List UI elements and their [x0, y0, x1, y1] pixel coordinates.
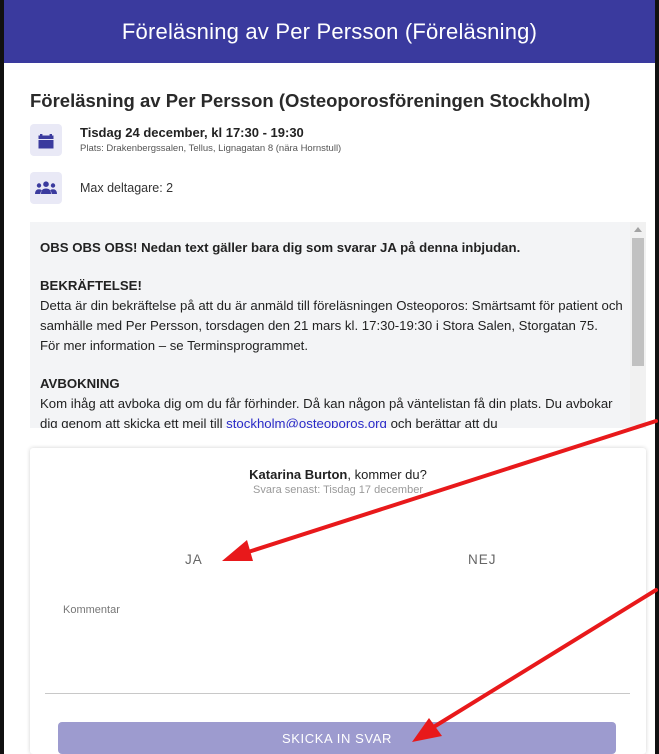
submit-button[interactable]: SKICKA IN SVAR [58, 722, 616, 754]
description-box[interactable]: OBS OBS OBS! Nedan text gäller bara dig … [30, 222, 646, 428]
people-group-icon [30, 172, 62, 204]
no-button[interactable]: NEJ [468, 552, 497, 567]
scroll-thumb[interactable] [632, 238, 644, 366]
more-info-text: För mer information – se Terminsprogramm… [40, 338, 308, 353]
email-link[interactable]: stockholm@osteoporos.org [226, 416, 387, 428]
confirm-text: Detta är din bekräftelse på att du är an… [40, 298, 623, 333]
page-header: Föreläsning av Per Persson (Föreläsning) [4, 0, 655, 63]
reply-deadline: Svara senast: Tisdag 17 december [253, 484, 423, 496]
cancel-heading: AVBOKNING [40, 376, 120, 391]
scroll-up-icon[interactable] [634, 227, 642, 232]
event-capacity-row: Max deltagare: 2 [30, 172, 173, 204]
description-text: OBS OBS OBS! Nedan text gäller bara dig … [40, 238, 628, 428]
comment-label: Kommentar [63, 604, 120, 616]
calendar-icon [30, 124, 62, 156]
header-title: Föreläsning av Per Persson (Föreläsning) [121, 18, 538, 44]
comment-field[interactable] [45, 598, 630, 694]
confirm-heading: BEKRÄFTELSE! [40, 278, 142, 293]
event-date-row: Tisdag 24 december, kl 17:30 - 19:30 Pla… [30, 124, 341, 156]
yes-button[interactable]: JA [185, 552, 203, 567]
invite-question: Katarina Burton, kommer du? [30, 467, 646, 482]
cancel-text-2: och berättar att du [386, 416, 498, 428]
invitee-name: Katarina Burton [249, 467, 348, 482]
notice-text: OBS OBS OBS! Nedan text gäller bara dig … [40, 240, 521, 255]
event-place: Plats: Drakenbergssalen, Tellus, Lignaga… [80, 143, 342, 154]
max-participants: Max deltagare: 2 [80, 181, 174, 195]
reply-card: Katarina Burton, kommer du? Svara senast… [30, 448, 646, 754]
event-title: Föreläsning av Per Persson (Osteoporosfö… [30, 90, 591, 111]
description-scrollbar[interactable] [630, 222, 646, 428]
invitee-question: , kommer du? [347, 467, 427, 482]
event-date: Tisdag 24 december, kl 17:30 - 19:30 [80, 125, 304, 140]
cancel-text: Kom ihåg att avboka dig om du får förhin… [40, 394, 628, 428]
